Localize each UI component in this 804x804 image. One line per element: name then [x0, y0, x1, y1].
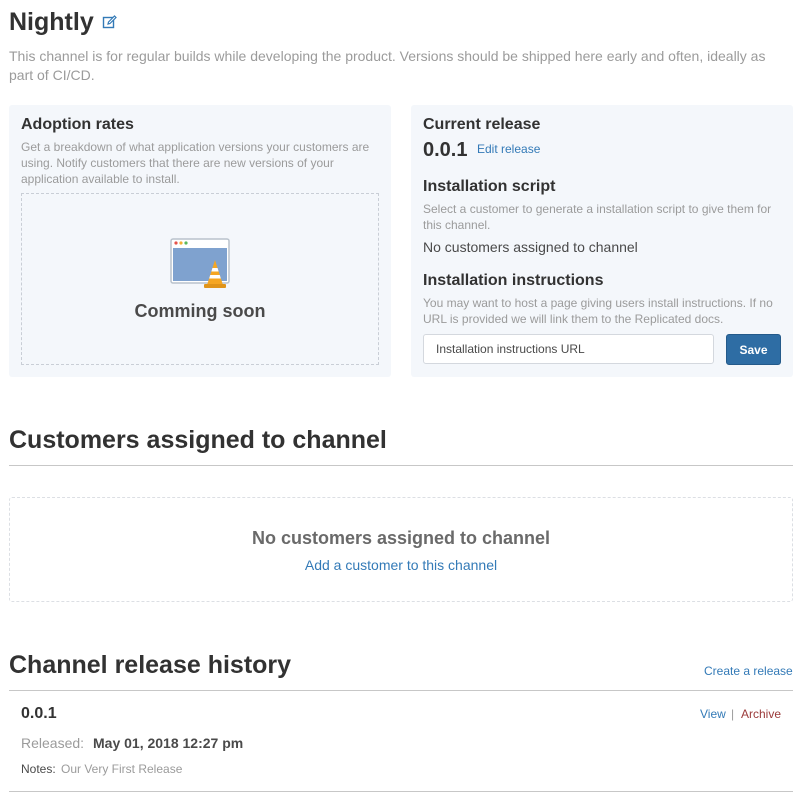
current-release-version: 0.0.1 [423, 139, 468, 161]
add-customer-link[interactable]: Add a customer to this channel [10, 557, 792, 573]
release-notes: Our Very First Release [61, 762, 183, 776]
installation-instructions-help: You may want to host a page giving users… [423, 296, 773, 326]
current-release-heading: Current release [423, 116, 541, 133]
installation-instructions-heading: Installation instructions [423, 272, 604, 289]
customers-section-title: Customers assigned to channel [9, 426, 387, 454]
customers-empty-state: No customers assigned to channel Add a c… [9, 497, 793, 602]
released-date: May 01, 2018 12:27 pm [93, 735, 244, 751]
customers-divider [9, 465, 793, 466]
release-row-divider [9, 791, 793, 792]
history-divider [9, 690, 793, 691]
adoption-rates-card: Adoption rates Get a breakdown of what a… [9, 105, 391, 377]
installation-script-heading: Installation script [423, 178, 556, 195]
coming-soon-text: Comming soon [134, 301, 266, 321]
customers-empty-title: No customers assigned to channel [251, 528, 551, 548]
browser-window-traffic-cone-icon [170, 238, 230, 288]
release-install-card: Current release 0.0.1 Edit release Insta… [411, 105, 793, 377]
edit-release-link[interactable]: Edit release [477, 142, 540, 156]
installation-script-status: No customers assigned to channel [423, 239, 638, 255]
notes-label: Notes: [21, 762, 56, 776]
adoption-rates-heading: Adoption rates [21, 116, 134, 133]
installation-script-help: Select a customer to generate a installa… [423, 202, 772, 232]
view-release-link[interactable]: View [700, 707, 726, 721]
link-separator: | [731, 707, 735, 721]
channel-description: This channel is for regular builds while… [9, 48, 766, 83]
released-label: Released: [21, 735, 85, 751]
archive-release-link[interactable]: Archive [741, 707, 781, 721]
adoption-rates-help: Get a breakdown of what application vers… [21, 140, 370, 186]
save-button[interactable]: Save [726, 334, 781, 365]
installation-instructions-url-input[interactable] [423, 334, 714, 364]
coming-soon-placeholder: Comming soon [21, 193, 379, 365]
release-history-title: Channel release history [9, 651, 292, 679]
release-version: 0.0.1 [21, 705, 57, 722]
page-title: Nightly [9, 8, 94, 36]
pencil-edit-icon[interactable] [102, 15, 117, 30]
create-release-link[interactable]: Create a release [704, 664, 793, 678]
